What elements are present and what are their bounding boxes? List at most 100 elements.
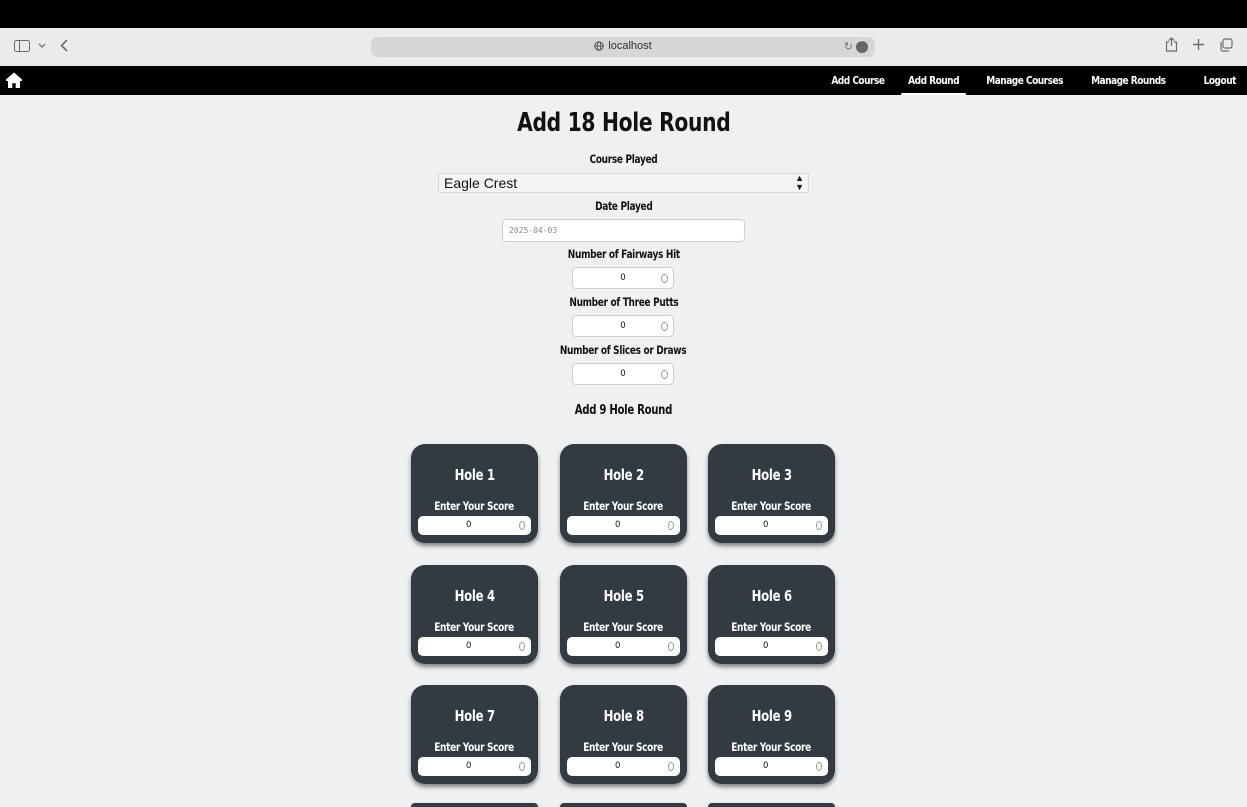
hole-card: Hole 1 Enter Your Score 0	[411, 444, 538, 543]
hole-score-input[interactable]: 0	[418, 757, 531, 776]
select-arrows-icon: ▲ ▼	[795, 173, 804, 192]
stepper-icon[interactable]	[519, 521, 525, 530]
hole-score-input[interactable]: 0	[715, 757, 828, 776]
course-label-wrap: Course Played	[0, 152, 1247, 166]
hole-score-input[interactable]: 0	[567, 516, 680, 535]
chevron-down-icon[interactable]	[38, 43, 46, 49]
nine-hole-link-wrap: Add 9 Hole Round	[0, 402, 1247, 418]
url-text: localhost	[608, 40, 652, 52]
hole-title: Hole 9	[751, 707, 792, 725]
hole-card-partial	[560, 803, 687, 807]
system-menu-bar	[0, 0, 1247, 28]
home-icon[interactable]	[5, 71, 23, 94]
stepper-icon[interactable]	[816, 642, 822, 651]
course-label: Course Played	[589, 152, 658, 166]
hole-card-partial	[411, 803, 538, 807]
hole-score-input[interactable]: 0	[715, 516, 828, 535]
hole-card: Hole 4 Enter Your Score 0	[411, 565, 538, 664]
nav-manage-courses[interactable]: Manage Courses	[979, 66, 1069, 95]
hole-score-input[interactable]: 0	[715, 637, 828, 656]
address-bar[interactable]: localhost ↻	[371, 37, 875, 57]
score-label: Enter Your Score	[434, 740, 515, 754]
nav-logout[interactable]: Logout	[1197, 66, 1243, 95]
slices-input[interactable]: 0	[572, 363, 674, 385]
stepper-icon[interactable]	[661, 274, 668, 283]
fairways-input-value: 0	[620, 273, 626, 283]
hole-card-partial	[708, 803, 835, 807]
globe-icon	[594, 41, 604, 54]
date-input[interactable]: 2025-04-03	[502, 219, 745, 242]
hole-card: Hole 7 Enter Your Score 0	[411, 685, 538, 784]
hole-score-value: 0	[466, 641, 472, 651]
hole-title: Hole 2	[603, 466, 644, 484]
hole-score-value: 0	[763, 520, 769, 530]
three-putts-input[interactable]: 0	[572, 315, 674, 337]
stepper-icon[interactable]	[668, 642, 674, 651]
hole-card: Hole 6 Enter Your Score 0	[708, 565, 835, 664]
fairways-label-wrap: Number of Fairways Hit	[0, 247, 1247, 261]
hole-score-value: 0	[615, 641, 621, 651]
three-putts-label: Number of Three Putts	[568, 295, 679, 309]
slices-label: Number of Slices or Draws	[560, 343, 687, 357]
hole-score-value: 0	[615, 761, 621, 771]
course-select-value: Eagle Crest	[444, 175, 518, 191]
hole-card: Hole 3 Enter Your Score 0	[708, 444, 835, 543]
score-label: Enter Your Score	[731, 740, 812, 754]
stepper-icon[interactable]	[668, 762, 674, 771]
fairways-input[interactable]: 0	[572, 267, 674, 289]
hole-title: Hole 3	[751, 466, 792, 484]
fairways-label: Number of Fairways Hit	[567, 247, 680, 261]
hole-title: Hole 5	[603, 587, 644, 605]
sidebar-toggle-icon[interactable]	[14, 39, 30, 52]
hole-score-input[interactable]: 0	[567, 757, 680, 776]
hole-card: Hole 2 Enter Your Score 0	[560, 444, 687, 543]
stepper-icon[interactable]	[519, 762, 525, 771]
stepper-icon[interactable]	[661, 322, 668, 331]
hole-card: Hole 8 Enter Your Score 0	[560, 685, 687, 784]
hole-title: Hole 4	[454, 587, 495, 605]
score-label: Enter Your Score	[434, 620, 515, 634]
three-putts-label-wrap: Number of Three Putts	[0, 295, 1247, 309]
hole-score-input[interactable]: 0	[418, 637, 531, 656]
stepper-icon[interactable]	[668, 521, 674, 530]
score-label: Enter Your Score	[731, 620, 812, 634]
hole-title: Hole 6	[751, 587, 792, 605]
date-input-value: 2025-04-03	[509, 226, 558, 235]
back-icon[interactable]	[60, 39, 68, 52]
new-tab-icon[interactable]	[1192, 38, 1205, 56]
score-label: Enter Your Score	[434, 499, 515, 513]
tab-overview-icon[interactable]	[1219, 37, 1233, 57]
stepper-icon[interactable]	[816, 521, 822, 530]
three-putts-input-value: 0	[620, 321, 626, 331]
hole-score-value: 0	[763, 641, 769, 651]
stepper-icon[interactable]	[519, 642, 525, 651]
stepper-icon[interactable]	[661, 370, 668, 379]
hole-card: Hole 5 Enter Your Score 0	[560, 565, 687, 664]
nav-manage-rounds[interactable]: Manage Rounds	[1084, 66, 1172, 95]
hole-score-input[interactable]: 0	[418, 516, 531, 535]
stepper-icon[interactable]	[816, 762, 822, 771]
course-select[interactable]: Eagle Crest ▲ ▼	[438, 173, 809, 193]
score-label: Enter Your Score	[583, 499, 664, 513]
score-label: Enter Your Score	[583, 740, 664, 754]
add-nine-hole-round-link[interactable]: Add 9 Hole Round	[575, 403, 673, 418]
hole-score-value: 0	[615, 520, 621, 530]
score-label: Enter Your Score	[731, 499, 812, 513]
hole-score-value: 0	[466, 520, 472, 530]
hole-score-input[interactable]: 0	[567, 637, 680, 656]
nav-add-round[interactable]: Add Round	[901, 66, 967, 95]
navbar: Add Course Add Round Manage Courses Mana…	[0, 66, 1247, 95]
page-menu-icon[interactable]	[856, 38, 868, 53]
hole-score-value: 0	[466, 761, 472, 771]
nav-add-course[interactable]: Add Course	[824, 66, 891, 95]
share-icon[interactable]	[1165, 37, 1178, 57]
page-title-wrap: Add 18 Hole Round	[0, 107, 1247, 138]
date-label-wrap: Date Played	[0, 199, 1247, 213]
slices-input-value: 0	[620, 369, 626, 379]
reload-icon[interactable]: ↻	[844, 40, 853, 53]
hole-title: Hole 8	[603, 707, 644, 725]
hole-card: Hole 9 Enter Your Score 0	[708, 685, 835, 784]
date-label: Date Played	[594, 199, 653, 213]
page-title: Add 18 Hole Round	[516, 108, 731, 138]
hole-title: Hole 7	[454, 707, 495, 725]
